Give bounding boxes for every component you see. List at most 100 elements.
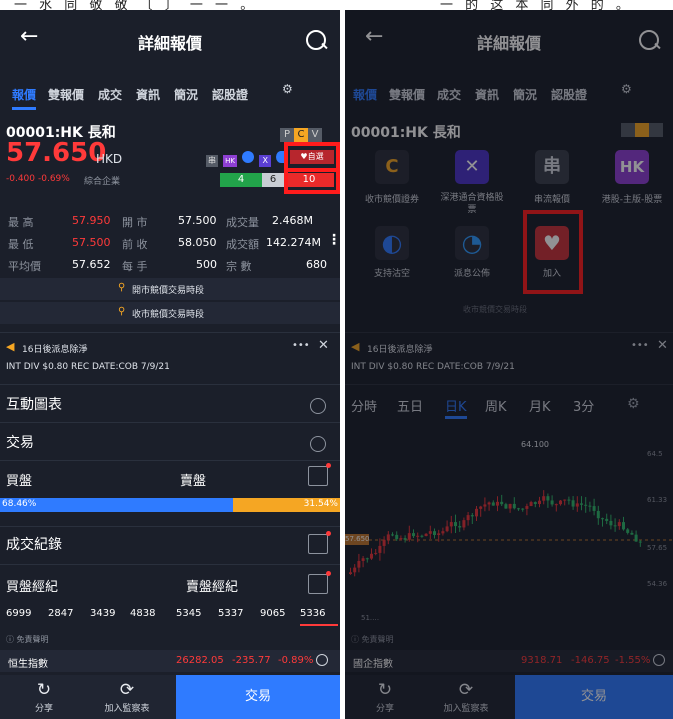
section-trade-record[interactable]: 成交紀錄 bbox=[6, 534, 62, 554]
index-expand-icon[interactable] bbox=[653, 654, 665, 666]
tag-stream[interactable]: 串 bbox=[206, 155, 218, 167]
stat-value-avg: 57.652 bbox=[72, 258, 111, 271]
badge-p: P bbox=[280, 128, 294, 142]
share-button[interactable]: ↻ 分享 bbox=[24, 679, 64, 714]
tab-warrants[interactable]: 認股證 bbox=[212, 86, 248, 103]
notice-close-icon[interactable]: ✕ bbox=[657, 338, 668, 353]
tab-settings-icon[interactable]: ⚙ bbox=[621, 82, 632, 96]
ask-broker-label: 賣盤經紀 bbox=[186, 580, 239, 595]
tab-news[interactable]: 資訊 bbox=[136, 86, 160, 103]
index-ticker[interactable]: 恒生指數 26282.05 -235.77 -0.89% bbox=[0, 650, 340, 672]
candle-body bbox=[533, 502, 537, 504]
tab-quote[interactable]: 報價 bbox=[12, 86, 36, 103]
stat-label-open: 開 市 bbox=[122, 216, 148, 229]
dividend-notice-detail: INT DIV $0.80 REC DATE:COB 7/9/21 bbox=[6, 362, 170, 372]
bid-ask-detail-button[interactable] bbox=[308, 463, 331, 486]
app-label: 支持沽空 bbox=[373, 269, 410, 279]
tab-dual-quote[interactable]: 雙報價 bbox=[389, 86, 425, 103]
candle-body bbox=[609, 520, 613, 526]
candle-body bbox=[433, 531, 436, 536]
session-row-open[interactable]: ⚲ 開市競價交易時段 bbox=[0, 278, 340, 300]
person-icon: ⚲ bbox=[118, 282, 126, 293]
chart-settings-icon[interactable]: ⚙ bbox=[627, 396, 640, 412]
broker-id: 4838 bbox=[130, 608, 156, 619]
top-strip-left-text: 一 水 同 敬 敬 〔 〕 一 一 。 bbox=[14, 0, 258, 10]
stat-label-high: 最 高 bbox=[8, 216, 34, 229]
chart-tab-3min[interactable]: 3分 bbox=[573, 396, 594, 415]
chart-tab-monthly[interactable]: 月K bbox=[529, 396, 551, 415]
expand-chevron-icon[interactable] bbox=[310, 398, 326, 414]
tab-trades[interactable]: 成交 bbox=[437, 86, 461, 103]
header: ← 詳細報價 bbox=[0, 10, 340, 68]
stat-label-deals: 宗 數 bbox=[226, 260, 252, 273]
trade-button[interactable]: 交易 bbox=[515, 675, 673, 719]
candle-body bbox=[483, 504, 487, 507]
tab-profile[interactable]: 簡況 bbox=[174, 86, 198, 103]
chart-tab-weekly[interactable]: 周K bbox=[485, 396, 507, 415]
trade-record-button[interactable] bbox=[308, 531, 331, 554]
connect-eligible-icon[interactable]: ✕ bbox=[455, 150, 489, 184]
hk-main-board-icon[interactable]: HK bbox=[615, 150, 649, 184]
candle-body bbox=[378, 545, 382, 553]
candlestick-chart[interactable] bbox=[345, 424, 673, 620]
axis-label: 57.65 bbox=[647, 544, 668, 552]
tab-warrants[interactable]: 認股證 bbox=[551, 86, 587, 103]
session-row-close[interactable]: ⚲ 收市競價交易時段 bbox=[0, 302, 340, 324]
notice-more-icon[interactable]: ••• bbox=[631, 340, 649, 351]
bottom-bar: ↻ 分享 ⟳ 加入監察表 交易 bbox=[0, 675, 340, 719]
index-expand-icon[interactable] bbox=[316, 654, 328, 666]
expand-chevron-icon[interactable] bbox=[310, 436, 326, 452]
share-button[interactable]: ↻ 分享 bbox=[365, 679, 405, 714]
session-open-label: 開市競價交易時段 bbox=[132, 286, 205, 296]
broker-grid-button[interactable] bbox=[308, 571, 331, 594]
chart-low-label: 51.… bbox=[361, 614, 380, 622]
stat-value-low: 57.500 bbox=[72, 236, 111, 249]
add-watchlist-footer-button[interactable]: ⟳ 加入監察表 bbox=[431, 679, 501, 714]
disclaimer-link[interactable]: ⓘ 免責聲明 bbox=[351, 634, 394, 645]
candle-body bbox=[512, 503, 516, 509]
section-trade[interactable]: 交易 bbox=[6, 432, 34, 452]
candle-body bbox=[596, 510, 600, 519]
tag-connect[interactable]: X bbox=[259, 155, 272, 167]
tab-dual-quote[interactable]: 雙報價 bbox=[48, 86, 84, 103]
broker-id: 5336 bbox=[300, 608, 326, 619]
candle-body bbox=[525, 506, 529, 509]
index-ticker[interactable]: 國企指數 9318.71 -146.75 -1.55% bbox=[345, 650, 673, 672]
tag-shortable-icon[interactable] bbox=[242, 151, 255, 163]
search-icon[interactable] bbox=[639, 30, 659, 50]
broker-id: 3439 bbox=[90, 608, 116, 619]
index-change-pct: -1.55% bbox=[615, 655, 651, 666]
candle-body bbox=[491, 502, 495, 506]
tag-hk[interactable]: HK bbox=[223, 155, 238, 167]
short-sell-icon[interactable]: ◐ bbox=[375, 226, 409, 260]
tab-trades[interactable]: 成交 bbox=[98, 86, 122, 103]
chart-tab-daily[interactable]: 日K bbox=[445, 396, 467, 415]
more-vertical-icon[interactable]: ⋮ bbox=[327, 232, 340, 248]
chart-tab-intraday[interactable]: 分時 bbox=[351, 396, 377, 415]
streaming-quote-icon[interactable]: 串 bbox=[535, 150, 569, 184]
tab-news[interactable]: 資訊 bbox=[475, 86, 499, 103]
tab-quote[interactable]: 報價 bbox=[353, 86, 377, 103]
tab-settings-icon[interactable]: ⚙ bbox=[282, 82, 293, 96]
trade-button[interactable]: 交易 bbox=[176, 675, 340, 719]
chart-tab-5day[interactable]: 五日 bbox=[397, 396, 423, 415]
notice-more-icon[interactable]: ••• bbox=[292, 340, 310, 351]
search-icon[interactable] bbox=[306, 30, 326, 50]
add-watchlist-footer-button[interactable]: ⟳ 加入監察表 bbox=[92, 679, 162, 714]
bid-count-green: 4 bbox=[220, 173, 262, 187]
app-label: 派息公佈 bbox=[453, 269, 490, 279]
session-close-label: 收市競價交易時段 bbox=[132, 310, 205, 320]
closing-auction-icon[interactable]: C bbox=[375, 150, 409, 184]
dividend-announce-icon[interactable]: ◔ bbox=[455, 226, 489, 260]
stat-label-volume: 成交量 bbox=[226, 216, 259, 229]
bid-ask-ratio-bar: 68.46% 31.54% bbox=[0, 498, 340, 512]
stat-label-prev-close: 前 收 bbox=[122, 238, 148, 251]
tab-profile[interactable]: 簡況 bbox=[513, 86, 537, 103]
ask-label: 賣盤 bbox=[180, 474, 207, 489]
section-interactive-chart[interactable]: 互動圖表 bbox=[6, 394, 62, 414]
chart-high-label: 64.100 bbox=[521, 440, 549, 449]
stat-value-deals: 680 bbox=[306, 258, 327, 271]
disclaimer-link[interactable]: ⓘ 免責聲明 bbox=[6, 634, 49, 645]
price-tag: 57.650 bbox=[345, 534, 370, 545]
notice-close-icon[interactable]: ✕ bbox=[318, 338, 329, 353]
